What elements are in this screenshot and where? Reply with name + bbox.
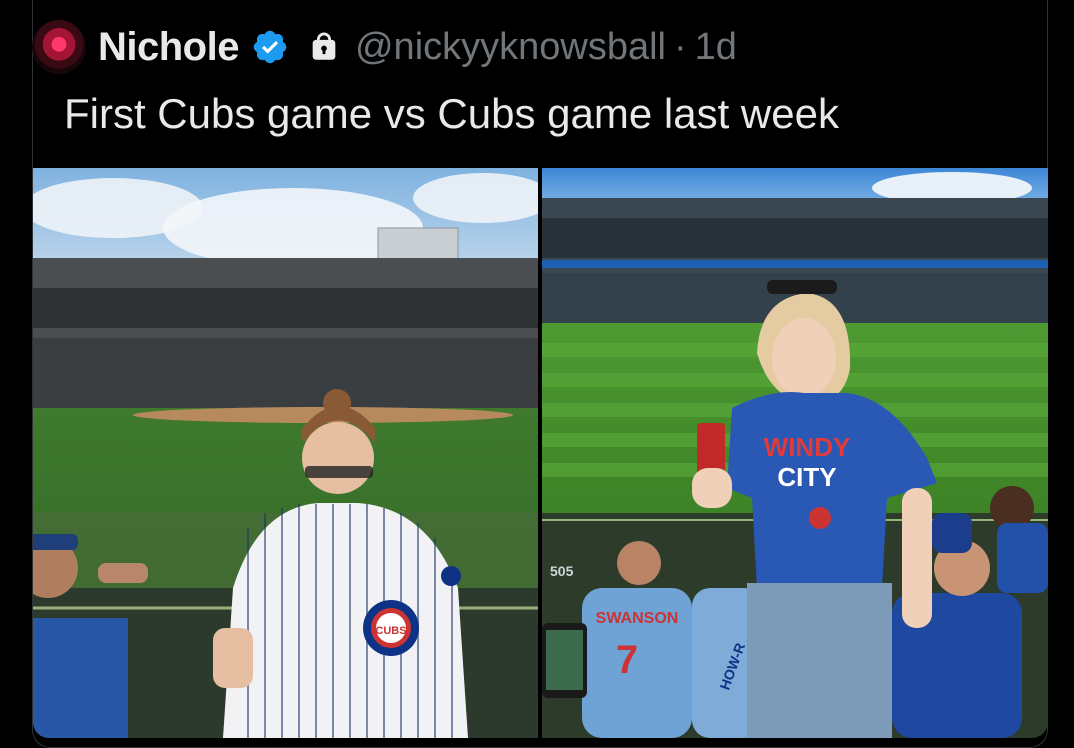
jersey-logo-text: CUBS xyxy=(375,625,406,637)
shirt-line-1: WINDY xyxy=(764,432,851,462)
jersey-name: SWANSON xyxy=(596,610,679,627)
tweet-timestamp[interactable]: 1d xyxy=(695,26,737,69)
verified-badge-icon xyxy=(253,30,287,64)
jersey-number: 7 xyxy=(616,638,638,682)
media-photo-last-week[interactable]: 505 SWANSON 7 HOW-R 4 WINDY CITY xyxy=(542,168,1048,738)
author-handle[interactable]: @nickyyknowsball xyxy=(355,26,666,69)
tweet-text: First Cubs game vs Cubs game last week xyxy=(64,90,839,137)
lock-icon xyxy=(312,32,336,60)
shirt-line-2: CITY xyxy=(777,462,836,492)
separator: · xyxy=(674,25,687,68)
profile-avatar[interactable] xyxy=(32,20,86,74)
media-photo-first-game[interactable]: CUBS xyxy=(33,168,538,738)
section-number: 505 xyxy=(550,563,574,579)
tweet-header: Nichole @nickyyknowsball · 1d xyxy=(32,14,737,80)
author-name[interactable]: Nichole xyxy=(98,25,239,70)
